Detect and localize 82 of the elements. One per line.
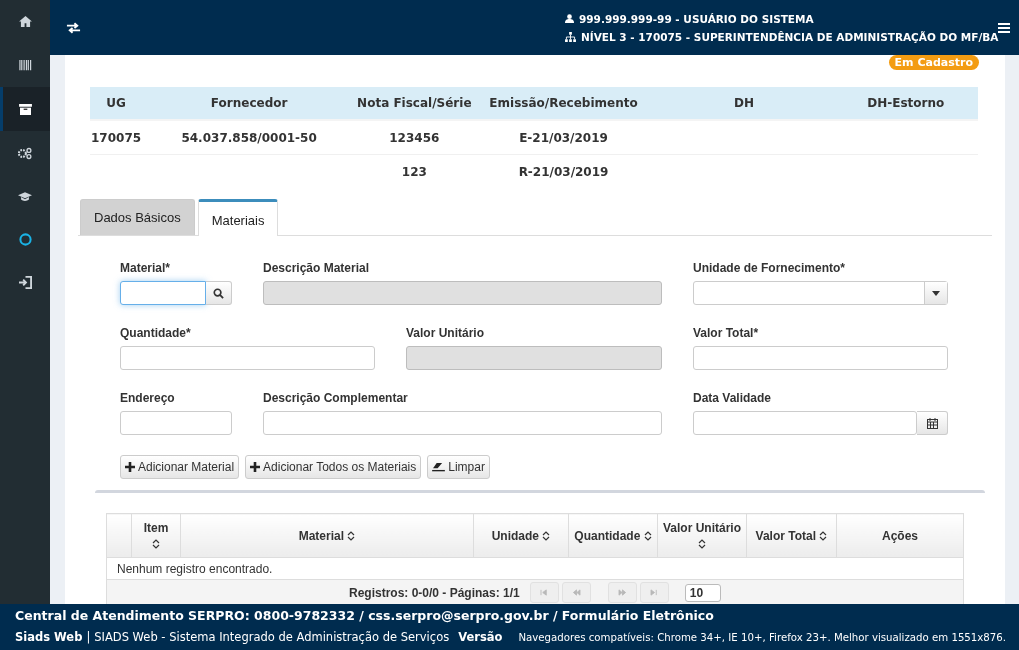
first-page-icon <box>539 589 549 596</box>
column-header[interactable]: Unidade <box>473 513 569 558</box>
input-field[interactable] <box>120 281 206 305</box>
input-field[interactable] <box>693 411 917 435</box>
menu-icon[interactable] <box>998 22 1011 33</box>
column-header: Nota Fiscal/Série <box>356 87 473 120</box>
status-badge: Em Cadastro <box>888 55 979 70</box>
sort-icon <box>542 531 551 542</box>
column-header: Ações <box>836 513 964 558</box>
browser-support-note: Navegadores compatíveis: Chrome 34+, IE 10+, Firefox 23+. Melhor visualizado em 1551x876. <box>518 632 1007 643</box>
field-label: Endereço <box>120 391 176 405</box>
user-icon <box>565 14 574 23</box>
plus-icon <box>250 462 261 472</box>
table-cell: 123 <box>401 164 427 179</box>
calendar-button[interactable] <box>917 411 948 435</box>
field-label: Valor Total* <box>693 326 760 340</box>
rows-per-page-select[interactable]: 10 <box>684 583 721 602</box>
home-icon <box>18 16 32 27</box>
column-header[interactable]: Material <box>180 513 474 558</box>
sort-icon <box>152 539 160 550</box>
plus-icon <box>125 462 135 472</box>
column-header: DH <box>654 87 834 120</box>
table-cell: R-21/03/2019 <box>518 164 609 179</box>
column-header[interactable]: Item <box>131 513 181 558</box>
app-title: SIADS Web - Sistema Integrado de Administração de Serviços <box>94 630 450 644</box>
field-label: Unidade de Fornecimento* <box>693 261 847 275</box>
column-header: DH-Estorno <box>833 87 978 120</box>
column-header[interactable]: Quantidade <box>568 513 658 558</box>
field-label: Valor Unitário <box>406 326 486 340</box>
sign-in-icon <box>18 275 32 289</box>
app-name: Siads Web <box>15 630 83 644</box>
input-field[interactable] <box>120 346 375 370</box>
field-label: Quantidade* <box>120 326 192 340</box>
separator: | <box>86 630 91 644</box>
input-field[interactable] <box>120 411 232 435</box>
eraser-icon <box>432 462 446 472</box>
next-page-icon <box>617 589 627 596</box>
field-label: Descrição Complementar <box>263 391 409 405</box>
archive-box-icon <box>18 103 32 115</box>
table-cell: 170075 <box>91 130 142 145</box>
action-button[interactable]: Adicionar Todos os Materiais <box>245 455 422 479</box>
input-field[interactable] <box>693 346 948 370</box>
swap-arrows-icon[interactable] <box>66 21 81 34</box>
dropdown[interactable] <box>693 281 948 305</box>
sidebar-item[interactable] <box>0 87 50 131</box>
gears-icon <box>18 146 32 160</box>
field-label: Data Validade <box>693 391 773 405</box>
empty-message: Nenhum registro encontrado. <box>117 561 273 576</box>
table-cell: E-21/03/2019 <box>519 130 608 145</box>
search-button[interactable] <box>206 281 232 305</box>
search-icon <box>213 287 224 299</box>
page-report: Registros: 0-0/0 - Páginas: 1/1 <box>349 585 520 600</box>
version-label: Versão <box>458 630 503 644</box>
graduation-cap-icon <box>18 190 32 202</box>
sort-icon <box>347 531 356 542</box>
table-cell: 123456 <box>389 130 440 145</box>
action-button[interactable]: Limpar <box>427 455 490 479</box>
input-field[interactable] <box>263 411 662 435</box>
previous-page-icon <box>571 589 581 596</box>
column-header[interactable]: Valor Total <box>746 513 837 558</box>
sort-icon <box>643 531 652 542</box>
sort-icon <box>819 531 828 542</box>
circle-icon <box>18 232 32 246</box>
column-header: Emissão/Recebimento <box>472 87 655 120</box>
barcode-icon <box>18 58 32 72</box>
field-label: Descrição Material <box>263 261 371 275</box>
tab[interactable]: Dados Básicos <box>80 199 195 235</box>
contact-info: Central de Atendimento SERPRO: 0800-9782332 / css.serpro@serpro.gov.br / Formulário Eletrônico <box>15 608 715 623</box>
column-header: Fornecedor <box>142 87 357 120</box>
action-button[interactable]: Adicionar Material <box>120 455 240 479</box>
caret-icon <box>932 290 940 296</box>
tab[interactable]: Materiais <box>197 199 279 236</box>
sort-icon <box>698 539 706 550</box>
table-cell: 54.037.858/0001-50 <box>181 130 317 145</box>
organization-unit: NÍVEL 3 - 170075 - SUPERINTENDÊNCIA DE ADMINISTRAÇÃO DO MF/BA <box>581 30 999 43</box>
column-header: UG <box>90 87 143 120</box>
field-label: Material* <box>120 261 172 275</box>
sitemap-icon <box>565 31 576 42</box>
last-page-icon <box>649 589 659 596</box>
calendar-icon <box>926 417 938 429</box>
column-header[interactable]: Valor Unitário <box>657 513 747 558</box>
user-name: 999.999.999-99 - USUÁRIO DO SISTEMA <box>579 12 814 25</box>
